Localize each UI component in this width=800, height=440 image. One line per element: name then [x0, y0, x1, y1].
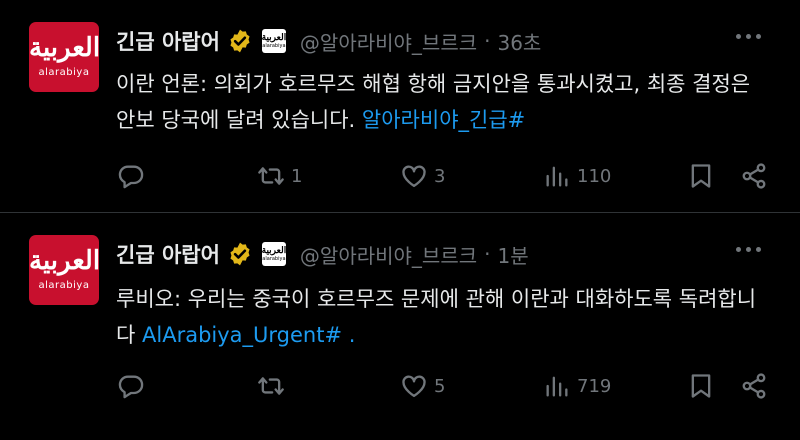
like-button[interactable]: 3	[400, 156, 445, 196]
tweet-header: 긴급 아랍어 العربية alarabiya @알아라비야_브르크 · 36…	[116, 26, 541, 56]
affiliate-badge-sub: alarabiya	[262, 43, 286, 49]
avatar-logo-latin: alarabiya	[38, 280, 90, 291]
avatar-logo-arabic: العربية	[29, 246, 99, 276]
tweet-header: 긴급 아랍어 العربية alarabiya @알아라비야_브르크 · 1분	[116, 239, 529, 269]
share-icon	[742, 163, 766, 189]
verified-badge-icon[interactable]	[227, 241, 253, 267]
user-handle[interactable]: @알아라비야_브르크	[300, 240, 477, 269]
like-icon	[402, 165, 426, 188]
avatar[interactable]: العربية alarabiya	[29, 22, 99, 92]
verified-badge-icon[interactable]	[227, 28, 253, 54]
share-button[interactable]	[740, 156, 768, 196]
more-icon[interactable]	[736, 34, 770, 44]
retweet-button[interactable]	[257, 366, 291, 406]
display-name[interactable]: 긴급 아랍어	[116, 26, 220, 56]
tweet[interactable]: العربية alarabiya 긴급 아랍어 العربية alarabi…	[0, 213, 800, 440]
tweet-text: 루비오: 우리는 중국이 호르무즈 문제에 관해 이란과 대화하도록 독려합니다…	[116, 281, 766, 353]
views-icon	[546, 166, 568, 187]
views-button[interactable]: 110	[543, 156, 611, 196]
affiliate-badge-sub: alarabiya	[262, 256, 286, 262]
view-count: 110	[577, 165, 612, 187]
affiliate-badge-logo: العربية	[261, 33, 286, 43]
reply-icon	[118, 375, 144, 399]
view-count: 719	[577, 375, 612, 397]
tweet[interactable]: العربية alarabiya 긴급 아랍어 العربية alarabi…	[0, 0, 800, 212]
like-icon	[402, 375, 426, 398]
separator-dot: ·	[484, 242, 491, 266]
retweet-icon	[258, 167, 284, 185]
avatar[interactable]: العربية alarabiya	[29, 235, 99, 305]
retweet-button[interactable]: 1	[257, 156, 302, 196]
bookmark-button[interactable]	[687, 366, 715, 406]
hashtag-link[interactable]: AlArabiya_Urgent#	[142, 323, 342, 347]
bookmark-icon	[691, 164, 711, 188]
bookmark-icon	[691, 374, 711, 398]
reply-button[interactable]	[117, 366, 151, 406]
tweet-text: 이란 언론: 의회가 호르무즈 해협 항해 금지안을 통과시켰고, 최종 결정은…	[116, 66, 766, 138]
timestamp[interactable]: 1분	[497, 240, 528, 269]
share-icon	[742, 373, 766, 399]
action-bar: 5 719	[0, 366, 800, 406]
like-count: 3	[434, 165, 446, 187]
user-handle[interactable]: @알아라비야_브르크	[300, 27, 477, 56]
hashtag-link[interactable]: 알아라비야_긴급#	[362, 108, 525, 132]
avatar-logo-arabic: العربية	[29, 33, 99, 63]
link-suffix: .	[342, 323, 356, 347]
separator-dot: ·	[484, 29, 491, 53]
timeline-feed: العربية alarabiya 긴급 아랍어 العربية alarabi…	[0, 0, 800, 440]
display-name[interactable]: 긴급 아랍어	[116, 239, 220, 269]
affiliate-badge[interactable]: العربية alarabiya	[261, 242, 286, 266]
views-button[interactable]: 719	[543, 366, 611, 406]
more-icon[interactable]	[736, 247, 770, 257]
retweet-count: 1	[291, 165, 303, 187]
views-icon	[546, 376, 568, 397]
affiliate-badge-logo: العربية	[261, 246, 286, 256]
bookmark-button[interactable]	[687, 156, 715, 196]
share-button[interactable]	[740, 366, 768, 406]
affiliate-badge[interactable]: العربية alarabiya	[261, 29, 286, 53]
reply-icon	[118, 165, 144, 189]
action-bar: 1 3 110	[0, 156, 800, 196]
retweet-icon	[258, 377, 284, 395]
like-count: 5	[434, 375, 446, 397]
timestamp[interactable]: 36초	[497, 27, 541, 56]
like-button[interactable]: 5	[400, 366, 445, 406]
avatar-logo-latin: alarabiya	[38, 67, 90, 78]
reply-button[interactable]	[117, 156, 151, 196]
